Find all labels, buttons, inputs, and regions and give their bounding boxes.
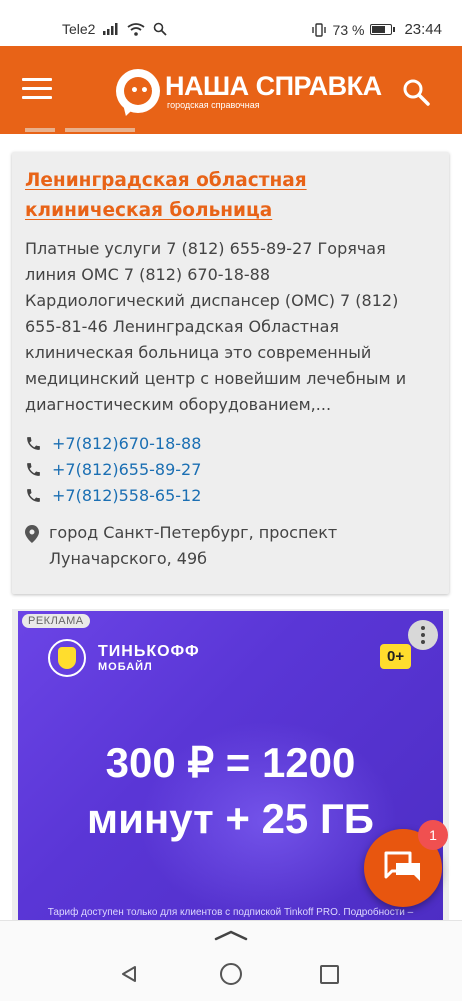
- phone-row[interactable]: +7(812)670-18-88: [25, 430, 201, 456]
- app-bar: ••• НАША СПРАВКА городская справочная: [0, 46, 462, 134]
- phone-link-2[interactable]: +7(812)655-89-27: [52, 460, 201, 479]
- address-row: город Санкт-Петербург, проспект Луначарс…: [25, 520, 425, 572]
- phone-row[interactable]: +7(812)558-65-12: [25, 482, 201, 508]
- phone-link-3[interactable]: +7(812)558-65-12: [52, 486, 201, 505]
- battery-percent: 73 %: [332, 21, 365, 38]
- logo-subtitle: городская справочная: [167, 100, 260, 110]
- ad-footnote: Тариф доступен только для клиентов с под…: [47, 907, 414, 918]
- hamburger-menu-icon[interactable]: [22, 78, 52, 102]
- previous-item-cutoff: [25, 128, 135, 132]
- ad-headline-line1: 300 ₽ = 1200: [105, 739, 356, 786]
- clock: 23:44: [404, 21, 442, 38]
- brand-name: ТИНЬКОФФ: [98, 643, 200, 660]
- carrier-name: Tele2: [62, 21, 96, 37]
- search-status-icon: [154, 22, 168, 36]
- wifi-icon: [127, 22, 146, 36]
- logo-title: НАША СПРАВКА: [165, 71, 382, 101]
- brand-sub: МОБАЙЛ: [98, 661, 153, 673]
- listing-title-link[interactable]: Ленинградская областная клиническая боль…: [25, 166, 435, 226]
- chevron-up-icon[interactable]: [214, 929, 248, 941]
- ad-label: РЕКЛАМА: [22, 614, 90, 628]
- recent-apps-icon[interactable]: [320, 965, 339, 984]
- phone-list: +7(812)670-18-88 +7(812)655-89-27 +7(812…: [25, 430, 201, 508]
- system-nav-bar: [0, 920, 462, 1001]
- battery-icon: [370, 24, 396, 35]
- phone-link-1[interactable]: +7(812)670-18-88: [52, 434, 201, 453]
- ad-brand: ТИНЬКОФФ МОБАЙЛ: [48, 639, 200, 677]
- ad-headline: 300 ₽ = 1200 минут + 25 ГБ: [18, 735, 443, 847]
- vibrate-icon: [311, 22, 326, 37]
- age-rating-badge: 0+: [380, 644, 412, 669]
- search-icon[interactable]: [402, 78, 430, 106]
- chat-icon: [384, 851, 420, 881]
- back-icon[interactable]: [120, 965, 138, 983]
- phone-icon: [27, 436, 40, 450]
- address-text: город Санкт-Петербург, проспект Луначарс…: [49, 523, 338, 568]
- phone-row[interactable]: +7(812)655-89-27: [25, 456, 201, 482]
- listing-card: Ленинградская областная клиническая боль…: [12, 152, 449, 594]
- chat-bubble-logo-icon: •••: [116, 69, 160, 113]
- phone-icon: [27, 462, 40, 476]
- phone-icon: [27, 488, 40, 502]
- site-logo[interactable]: ••• НАША СПРАВКА городская справочная: [116, 68, 382, 114]
- brand-emblem-icon: [48, 639, 86, 677]
- status-bar: Tele2 73 % 23:44: [0, 0, 462, 46]
- signal-icon: [103, 23, 118, 35]
- home-icon[interactable]: [220, 963, 242, 985]
- listing-description: Платные услуги 7 (812) 655-89-27 Горячая…: [25, 239, 407, 414]
- location-pin-icon: [25, 525, 39, 543]
- notification-badge: 1: [418, 820, 448, 850]
- more-options-icon[interactable]: [408, 620, 438, 650]
